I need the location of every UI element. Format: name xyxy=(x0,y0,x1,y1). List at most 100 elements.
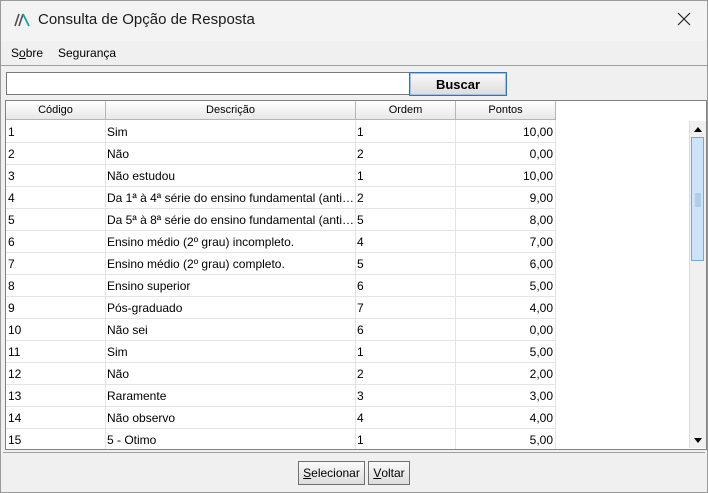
cell-descricao: Raramente xyxy=(105,385,355,407)
cell-descricao: Pós-graduado xyxy=(105,297,355,319)
column-header-pontos[interactable]: Pontos xyxy=(456,101,556,120)
cell-ordem: 7 xyxy=(355,297,455,319)
select-button[interactable]: Selecionar xyxy=(298,461,365,485)
cell-descricao: Não xyxy=(105,363,355,385)
cell-codigo: 2 xyxy=(6,143,105,165)
table-row[interactable]: 11 Sim 1 5,00 xyxy=(6,341,556,363)
cell-pontos: 3,00 xyxy=(455,385,555,407)
cell-ordem: 3 xyxy=(355,385,455,407)
dialog-window: Consulta de Opção de Resposta Sobre Segu… xyxy=(0,0,708,493)
cell-descricao: 5 - Otimo xyxy=(105,429,355,449)
column-header-ordem[interactable]: Ordem xyxy=(356,101,456,120)
menu-bar: Sobre Segurança xyxy=(1,41,707,66)
cell-pontos: 4,00 xyxy=(455,297,555,319)
app-logo-icon xyxy=(14,13,30,27)
cell-pontos: 10,00 xyxy=(455,165,555,187)
cell-descricao: Da 5ª à 8ª série do ensino fundamental (… xyxy=(105,209,355,231)
cell-descricao: Não estudou xyxy=(105,165,355,187)
cell-pontos: 6,00 xyxy=(455,253,555,275)
cell-ordem: 6 xyxy=(355,275,455,297)
scroll-thumb[interactable] xyxy=(691,137,704,261)
cell-ordem: 1 xyxy=(355,121,455,143)
column-header-descricao[interactable]: Descrição xyxy=(106,101,356,120)
cell-codigo: 13 xyxy=(6,385,105,407)
cell-pontos: 2,00 xyxy=(455,363,555,385)
table-row[interactable]: 13 Raramente 3 3,00 xyxy=(6,385,556,407)
cell-descricao: Ensino médio (2º grau) incompleto. xyxy=(105,231,355,253)
cell-ordem: 2 xyxy=(355,143,455,165)
cell-descricao: Ensino superior xyxy=(105,275,355,297)
cell-ordem: 6 xyxy=(355,319,455,341)
cell-codigo: 6 xyxy=(6,231,105,253)
table-row[interactable]: 14 Não observo 4 4,00 xyxy=(6,407,556,429)
cell-descricao: Não xyxy=(105,143,355,165)
cell-descricao: Sim xyxy=(105,341,355,363)
cell-ordem: 2 xyxy=(355,363,455,385)
cell-pontos: 7,00 xyxy=(455,231,555,253)
window-title: Consulta de Opção de Resposta xyxy=(38,11,255,28)
cell-pontos: 4,00 xyxy=(455,407,555,429)
menu-seguranca[interactable]: Segurança xyxy=(58,46,116,60)
title-bar: Consulta de Opção de Resposta xyxy=(1,1,707,41)
cell-codigo: 12 xyxy=(6,363,105,385)
column-header-codigo[interactable]: Código xyxy=(6,101,106,120)
table-row[interactable]: 15 5 - Otimo 1 5,00 xyxy=(6,429,556,449)
cell-pontos: 8,00 xyxy=(455,209,555,231)
arrow-up-icon xyxy=(694,126,702,132)
cell-codigo: 10 xyxy=(6,319,105,341)
cell-descricao: Ensino médio (2º grau) completo. xyxy=(105,253,355,275)
cell-pontos: 0,00 xyxy=(455,319,555,341)
cell-ordem: 1 xyxy=(355,341,455,363)
close-button[interactable] xyxy=(661,1,707,39)
cell-codigo: 15 xyxy=(6,429,105,449)
results-table: Código Descrição Ordem Pontos 1 Sim 1 10,00… xyxy=(5,100,707,450)
table-row[interactable]: 10 Não sei 6 0,00 xyxy=(6,319,556,341)
table-row[interactable]: 4 Da 1ª à 4ª série do ensino fundamental … xyxy=(6,187,556,209)
table-row[interactable]: 12 Não 2 2,00 xyxy=(6,363,556,385)
table-row[interactable]: 1 Sim 1 10,00 xyxy=(6,121,556,143)
cell-pontos: 5,00 xyxy=(455,275,555,297)
cell-ordem: 4 xyxy=(355,231,455,253)
cell-codigo: 14 xyxy=(6,407,105,429)
cell-descricao: Não sei xyxy=(105,319,355,341)
cell-ordem: 1 xyxy=(355,429,455,449)
cell-codigo: 11 xyxy=(6,341,105,363)
cell-codigo: 8 xyxy=(6,275,105,297)
table-row[interactable]: 2 Não 2 0,00 xyxy=(6,143,556,165)
cell-codigo: 9 xyxy=(6,297,105,319)
cell-codigo: 7 xyxy=(6,253,105,275)
table-row[interactable]: 6 Ensino médio (2º grau) incompleto. 4 7,00 xyxy=(6,231,556,253)
table-row[interactable]: 5 Da 5ª à 8ª série do ensino fundamental … xyxy=(6,209,556,231)
back-button[interactable]: Voltar xyxy=(368,461,410,485)
search-button[interactable]: Buscar xyxy=(409,72,507,96)
cell-descricao: Não observo xyxy=(105,407,355,429)
scroll-down-button[interactable] xyxy=(690,433,706,447)
search-input[interactable] xyxy=(6,72,410,95)
menu-sobre[interactable]: Sobre xyxy=(11,46,43,60)
cell-pontos: 9,00 xyxy=(455,187,555,209)
cell-ordem: 4 xyxy=(355,407,455,429)
scroll-up-button[interactable] xyxy=(690,122,706,136)
cell-ordem: 5 xyxy=(355,209,455,231)
cell-descricao: Sim xyxy=(105,121,355,143)
scroll-grip-icon xyxy=(695,193,701,207)
cell-codigo: 3 xyxy=(6,165,105,187)
arrow-down-icon xyxy=(694,437,702,443)
cell-ordem: 2 xyxy=(355,187,455,209)
cell-pontos: 5,00 xyxy=(455,341,555,363)
table-row[interactable]: 3 Não estudou 1 10,00 xyxy=(6,165,556,187)
close-icon xyxy=(677,12,691,29)
cell-codigo: 5 xyxy=(6,209,105,231)
table-header: Código Descrição Ordem Pontos xyxy=(6,101,696,121)
cell-pontos: 5,00 xyxy=(455,429,555,449)
cell-codigo: 4 xyxy=(6,187,105,209)
cell-pontos: 10,00 xyxy=(455,121,555,143)
table-row[interactable]: 7 Ensino médio (2º grau) completo. 5 6,00 xyxy=(6,253,556,275)
table-row[interactable]: 8 Ensino superior 6 5,00 xyxy=(6,275,556,297)
cell-codigo: 1 xyxy=(6,121,105,143)
cell-descricao: Da 1ª à 4ª série do ensino fundamental (… xyxy=(105,187,355,209)
cell-ordem: 5 xyxy=(355,253,455,275)
vertical-scrollbar[interactable] xyxy=(689,121,706,448)
cell-ordem: 1 xyxy=(355,165,455,187)
table-row[interactable]: 9 Pós-graduado 7 4,00 xyxy=(6,297,556,319)
